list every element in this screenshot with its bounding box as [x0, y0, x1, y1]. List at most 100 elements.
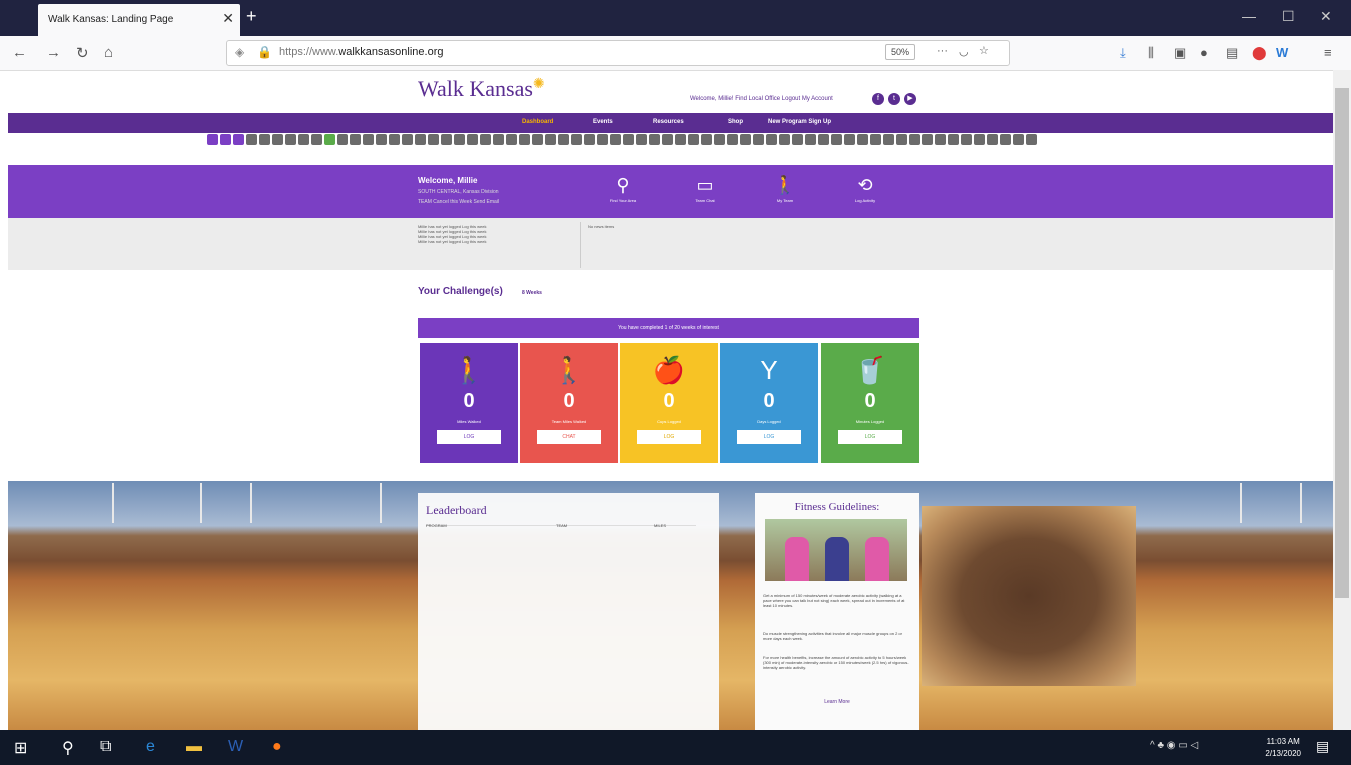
nav-resources[interactable]: Resources: [653, 119, 684, 125]
file-explorer-icon[interactable]: ▬: [186, 738, 202, 756]
window-close-icon[interactable]: ✕: [1320, 8, 1332, 25]
progress-icon[interactable]: [285, 134, 296, 145]
menu-icon[interactable]: ≡: [1324, 45, 1332, 60]
tray-icons[interactable]: ^ ♣ ◉ ▭ ◁: [1150, 740, 1198, 751]
progress-icon[interactable]: [519, 134, 530, 145]
progress-icon[interactable]: [740, 134, 751, 145]
reader-icon[interactable]: ▤: [1226, 45, 1238, 61]
progress-icon[interactable]: [389, 134, 400, 145]
progress-icon[interactable]: [714, 134, 725, 145]
forward-icon[interactable]: →: [46, 44, 61, 61]
progress-icon[interactable]: [337, 134, 348, 145]
progress-icon[interactable]: [246, 134, 257, 145]
progress-icon[interactable]: [311, 134, 322, 145]
progress-icon[interactable]: [324, 134, 335, 145]
progress-icon[interactable]: [467, 134, 478, 145]
library-icon[interactable]: ⫼: [1148, 45, 1154, 61]
progress-icon[interactable]: [454, 134, 465, 145]
progress-icon[interactable]: [857, 134, 868, 145]
progress-icon[interactable]: [935, 134, 946, 145]
progress-icon[interactable]: [844, 134, 855, 145]
notifications-icon[interactable]: ▤: [1316, 738, 1329, 755]
site-logo[interactable]: Walk Kansas✺: [418, 76, 545, 102]
my-team-button[interactable]: 🚶 My Team: [760, 175, 810, 203]
progress-icon[interactable]: [662, 134, 673, 145]
progress-icon[interactable]: [350, 134, 361, 145]
maximize-icon[interactable]: ☐: [1282, 8, 1295, 25]
progress-icon[interactable]: [779, 134, 790, 145]
progress-icon[interactable]: [805, 134, 816, 145]
download-icon[interactable]: ⤓: [1120, 45, 1126, 61]
progress-icon[interactable]: [610, 134, 621, 145]
close-tab-icon[interactable]: ✕: [222, 10, 234, 27]
progress-icon[interactable]: [623, 134, 634, 145]
progress-icon[interactable]: [1000, 134, 1011, 145]
find-area-button[interactable]: ⚲ Find Your Area: [598, 175, 648, 203]
facebook-icon[interactable]: f: [872, 93, 884, 105]
progress-icon[interactable]: [649, 134, 660, 145]
log-button[interactable]: LOG: [437, 430, 501, 444]
youtube-icon[interactable]: ▶: [904, 93, 916, 105]
shield-icon[interactable]: ◈: [235, 45, 244, 59]
progress-icon[interactable]: [532, 134, 543, 145]
lock-icon[interactable]: 🔒: [257, 45, 272, 59]
progress-icon[interactable]: [571, 134, 582, 145]
task-view-icon[interactable]: ⧉: [100, 738, 111, 756]
progress-icon[interactable]: [493, 134, 504, 145]
progress-icon[interactable]: [636, 134, 647, 145]
home-icon[interactable]: ⌂: [104, 44, 113, 61]
log-activity-button[interactable]: ⟲ Log Activity: [840, 175, 890, 203]
back-icon[interactable]: ←: [12, 44, 27, 61]
account-icon[interactable]: ●: [1200, 45, 1208, 60]
progress-icon[interactable]: [818, 134, 829, 145]
progress-icon[interactable]: [233, 134, 244, 145]
chat-button[interactable]: CHAT: [537, 430, 601, 444]
adblock-icon[interactable]: ⬤: [1252, 45, 1267, 61]
pocket-icon[interactable]: ◡: [959, 45, 969, 58]
progress-icon[interactable]: [584, 134, 595, 145]
log-button[interactable]: LOG: [637, 430, 701, 444]
progress-icon[interactable]: [675, 134, 686, 145]
nav-events[interactable]: Events: [593, 119, 613, 125]
log-button[interactable]: LOG: [737, 430, 801, 444]
progress-icon[interactable]: [922, 134, 933, 145]
progress-icon[interactable]: [987, 134, 998, 145]
progress-icon[interactable]: [688, 134, 699, 145]
progress-icon[interactable]: [883, 134, 894, 145]
page-actions-icon[interactable]: ···: [937, 45, 948, 57]
progress-icon[interactable]: [753, 134, 764, 145]
extension-w-icon[interactable]: W: [1276, 45, 1288, 60]
progress-icon[interactable]: [272, 134, 283, 145]
progress-icon[interactable]: [1026, 134, 1037, 145]
challenge-tab[interactable]: 8 Weeks: [522, 290, 542, 296]
progress-icon[interactable]: [441, 134, 452, 145]
progress-icon[interactable]: [506, 134, 517, 145]
progress-icon[interactable]: [480, 134, 491, 145]
progress-icon[interactable]: [415, 134, 426, 145]
nav-new-program-sign-up[interactable]: New Program Sign Up: [768, 119, 831, 125]
firefox-icon[interactable]: ●: [272, 738, 282, 756]
progress-icon[interactable]: [831, 134, 842, 145]
progress-icon[interactable]: [558, 134, 569, 145]
scrollbar-thumb[interactable]: [1335, 88, 1349, 598]
progress-icon[interactable]: [597, 134, 608, 145]
word-icon[interactable]: W: [228, 738, 243, 756]
edge-icon[interactable]: e: [146, 738, 155, 756]
browser-tab[interactable]: Walk Kansas: Landing Page ✕: [38, 4, 240, 36]
progress-icon[interactable]: [792, 134, 803, 145]
team-chat-button[interactable]: ▭ Team Chat: [680, 175, 730, 203]
search-icon[interactable]: ⚲: [62, 738, 74, 758]
progress-icon[interactable]: [727, 134, 738, 145]
progress-icon[interactable]: [974, 134, 985, 145]
sidebar-icon[interactable]: ▣: [1174, 45, 1186, 61]
progress-icon[interactable]: [909, 134, 920, 145]
progress-icon[interactable]: [259, 134, 270, 145]
zoom-level[interactable]: 50%: [885, 44, 916, 60]
learn-more-link[interactable]: Learn More: [755, 699, 919, 705]
progress-icon[interactable]: [402, 134, 413, 145]
windows-start-icon[interactable]: ⊞: [14, 738, 27, 758]
progress-icon[interactable]: [896, 134, 907, 145]
nav-shop[interactable]: Shop: [728, 119, 743, 125]
progress-icon[interactable]: [363, 134, 374, 145]
welcome-links[interactable]: TEAM Cancel this Week Send Email: [418, 199, 499, 205]
